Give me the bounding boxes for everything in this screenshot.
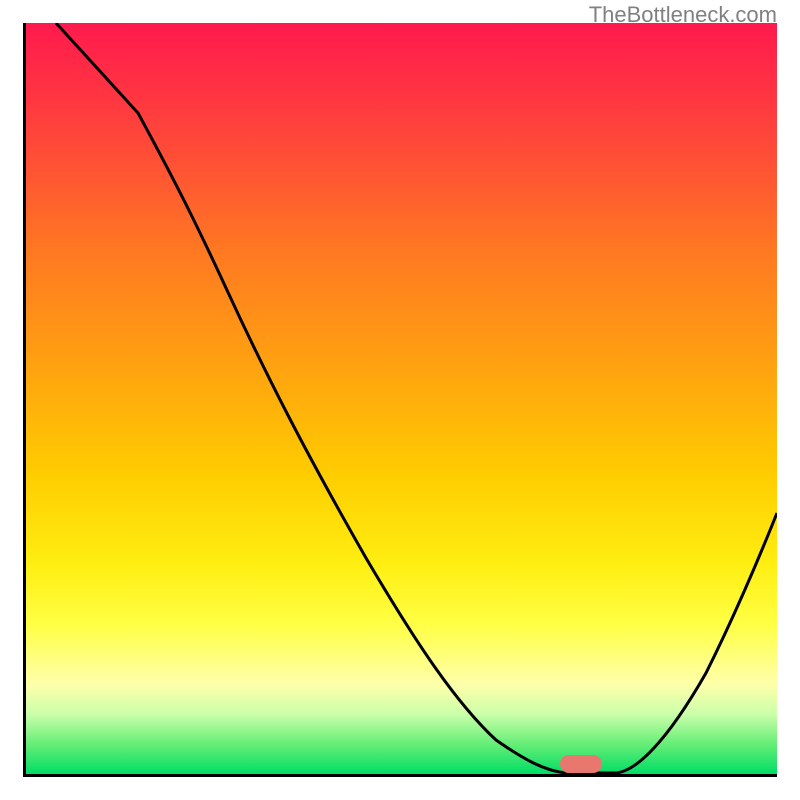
chart-container: TheBottleneck.com	[0, 0, 800, 800]
optimal-marker	[560, 755, 602, 773]
plot-area	[23, 23, 777, 777]
bottleneck-curve	[56, 23, 777, 773]
curve-layer	[26, 23, 777, 774]
